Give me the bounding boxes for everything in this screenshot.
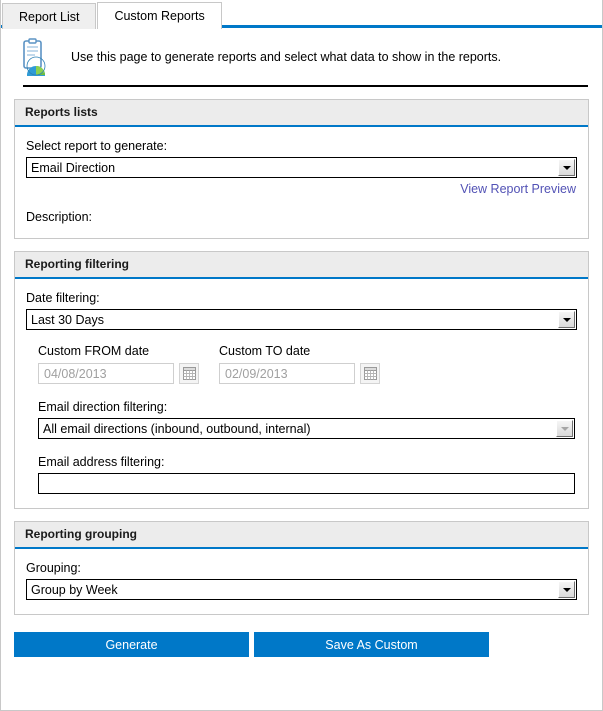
select-report-dropdown[interactable]: Email Direction xyxy=(26,157,577,178)
intro-divider xyxy=(23,85,588,87)
select-report-label: Select report to generate: xyxy=(26,139,168,153)
email-address-label: Email address filtering: xyxy=(38,455,165,469)
action-button-bar: Generate Save As Custom xyxy=(14,632,589,657)
description-label: Description: xyxy=(26,210,92,224)
report-clipboard-chart-icon xyxy=(19,37,53,84)
tab-report-list[interactable]: Report List xyxy=(2,3,97,29)
chevron-down-icon[interactable] xyxy=(558,581,575,598)
chevron-down-icon[interactable] xyxy=(558,159,575,176)
calendar-icon-from[interactable] xyxy=(179,363,199,384)
custom-from-date-label: Custom FROM date xyxy=(38,344,150,358)
chevron-down-icon[interactable] xyxy=(558,311,575,328)
reporting-filtering-group: Reporting filtering Date filtering: Last… xyxy=(14,251,589,509)
date-filtering-value: Last 30 Days xyxy=(31,312,104,327)
custom-to-date-label: Custom TO date xyxy=(219,344,311,358)
save-as-custom-button[interactable]: Save As Custom xyxy=(254,632,489,657)
intro-banner: Use this page to generate reports and se… xyxy=(1,28,602,85)
email-direction-value: All email directions (inbound, outbound,… xyxy=(43,421,311,436)
custom-date-row: Custom FROM date Custom TO dat xyxy=(26,344,577,384)
calendar-icon-to[interactable] xyxy=(360,363,380,384)
chevron-down-icon[interactable] xyxy=(556,420,573,437)
select-report-value: Email Direction xyxy=(31,160,116,175)
reporting-filtering-header: Reporting filtering xyxy=(15,252,588,279)
custom-reports-window: Report List Custom Reports Use this page… xyxy=(0,0,603,711)
intro-text: Use this page to generate reports and se… xyxy=(71,49,502,64)
generate-button[interactable]: Generate xyxy=(14,632,249,657)
tab-custom-reports-label: Custom Reports xyxy=(114,9,205,23)
reporting-grouping-body: Grouping: Group by Week xyxy=(15,549,588,614)
reporting-filtering-body: Date filtering: Last 30 Days Custom FROM… xyxy=(15,279,588,508)
email-address-input[interactable] xyxy=(38,473,575,494)
tab-custom-reports[interactable]: Custom Reports xyxy=(97,2,222,29)
email-direction-dropdown[interactable]: All email directions (inbound, outbound,… xyxy=(38,418,575,439)
custom-from-date-field: Custom FROM date xyxy=(38,344,199,384)
email-address-block: Email address filtering: xyxy=(26,455,577,494)
reporting-grouping-group: Reporting grouping Grouping: Group by We… xyxy=(14,521,589,615)
grouping-label: Grouping: xyxy=(26,561,81,575)
reports-lists-body: Select report to generate: Email Directi… xyxy=(15,127,588,238)
date-filtering-label: Date filtering: xyxy=(26,291,100,305)
reports-lists-group: Reports lists Select report to generate:… xyxy=(14,99,589,239)
email-direction-block: Email direction filtering: All email dir… xyxy=(26,400,577,439)
preview-link-row: View Report Preview xyxy=(26,182,577,196)
reports-lists-header: Reports lists xyxy=(15,100,588,127)
custom-to-date-input[interactable] xyxy=(219,363,355,384)
tab-report-list-label: Report List xyxy=(19,10,80,24)
description-row: Description: xyxy=(26,210,577,224)
custom-to-date-field: Custom TO date xyxy=(219,344,380,384)
custom-from-date-input[interactable] xyxy=(38,363,174,384)
date-filtering-dropdown[interactable]: Last 30 Days xyxy=(26,309,577,330)
view-report-preview-link[interactable]: View Report Preview xyxy=(460,182,576,196)
grouping-dropdown[interactable]: Group by Week xyxy=(26,579,577,600)
email-direction-label: Email direction filtering: xyxy=(38,400,168,414)
reporting-grouping-header: Reporting grouping xyxy=(15,522,588,549)
tab-strip: Report List Custom Reports xyxy=(1,0,602,29)
grouping-value: Group by Week xyxy=(31,582,118,597)
